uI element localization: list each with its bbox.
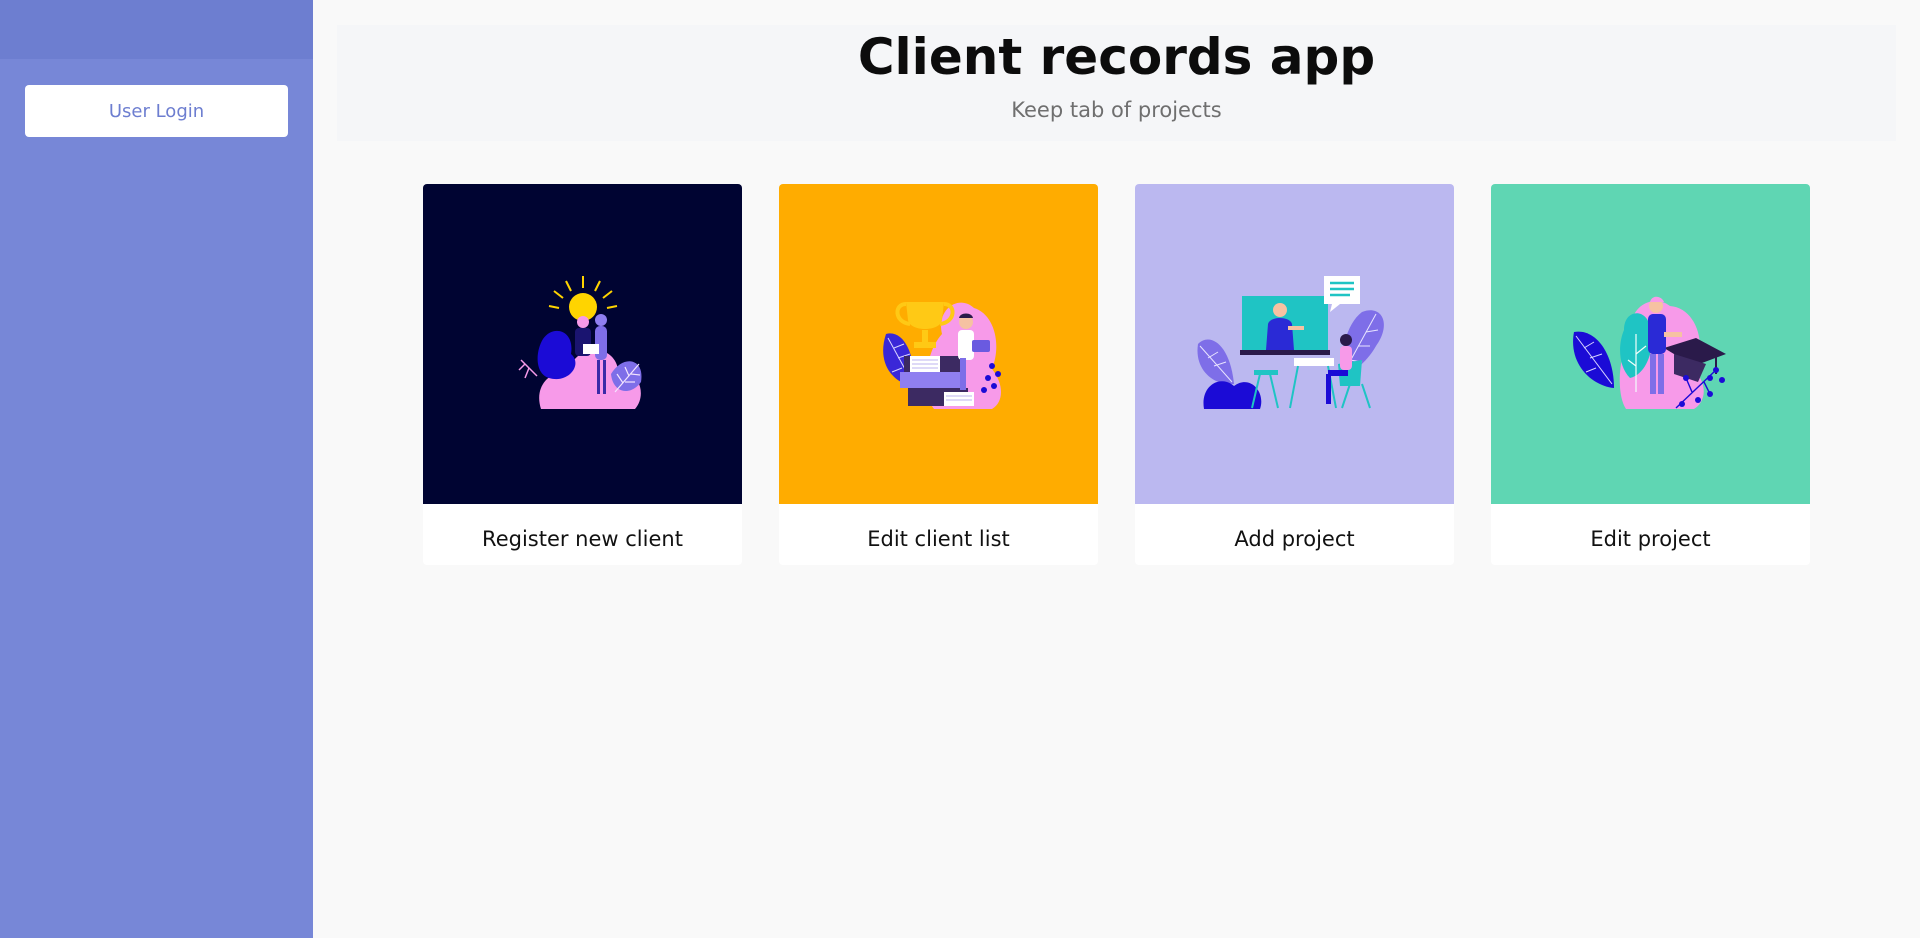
user-login-button[interactable]: User Login bbox=[25, 85, 288, 137]
video-meeting-illustration bbox=[1135, 184, 1454, 504]
trophy-books-illustration bbox=[779, 184, 1098, 504]
sidebar: User Login bbox=[0, 0, 313, 938]
register-client-label: Register new client bbox=[482, 526, 683, 551]
add-project-label: Add project bbox=[1234, 526, 1355, 551]
graduation-cap-illustration bbox=[1491, 184, 1810, 504]
register-client-card[interactable]: Register new client bbox=[423, 184, 742, 565]
edit-project-label: Edit project bbox=[1590, 526, 1711, 551]
page-header: Client records app Keep tab of projects bbox=[337, 25, 1896, 141]
edit-project-card[interactable]: Edit project bbox=[1491, 184, 1810, 565]
lightbulb-idea-illustration bbox=[423, 184, 742, 504]
page-title: Client records app bbox=[857, 28, 1376, 86]
page-subtitle: Keep tab of projects bbox=[1011, 98, 1222, 122]
edit-client-list-card[interactable]: Edit client list bbox=[779, 184, 1098, 565]
edit-client-list-label: Edit client list bbox=[867, 526, 1010, 551]
sidebar-header bbox=[0, 0, 313, 59]
add-project-card[interactable]: Add project bbox=[1135, 184, 1454, 565]
